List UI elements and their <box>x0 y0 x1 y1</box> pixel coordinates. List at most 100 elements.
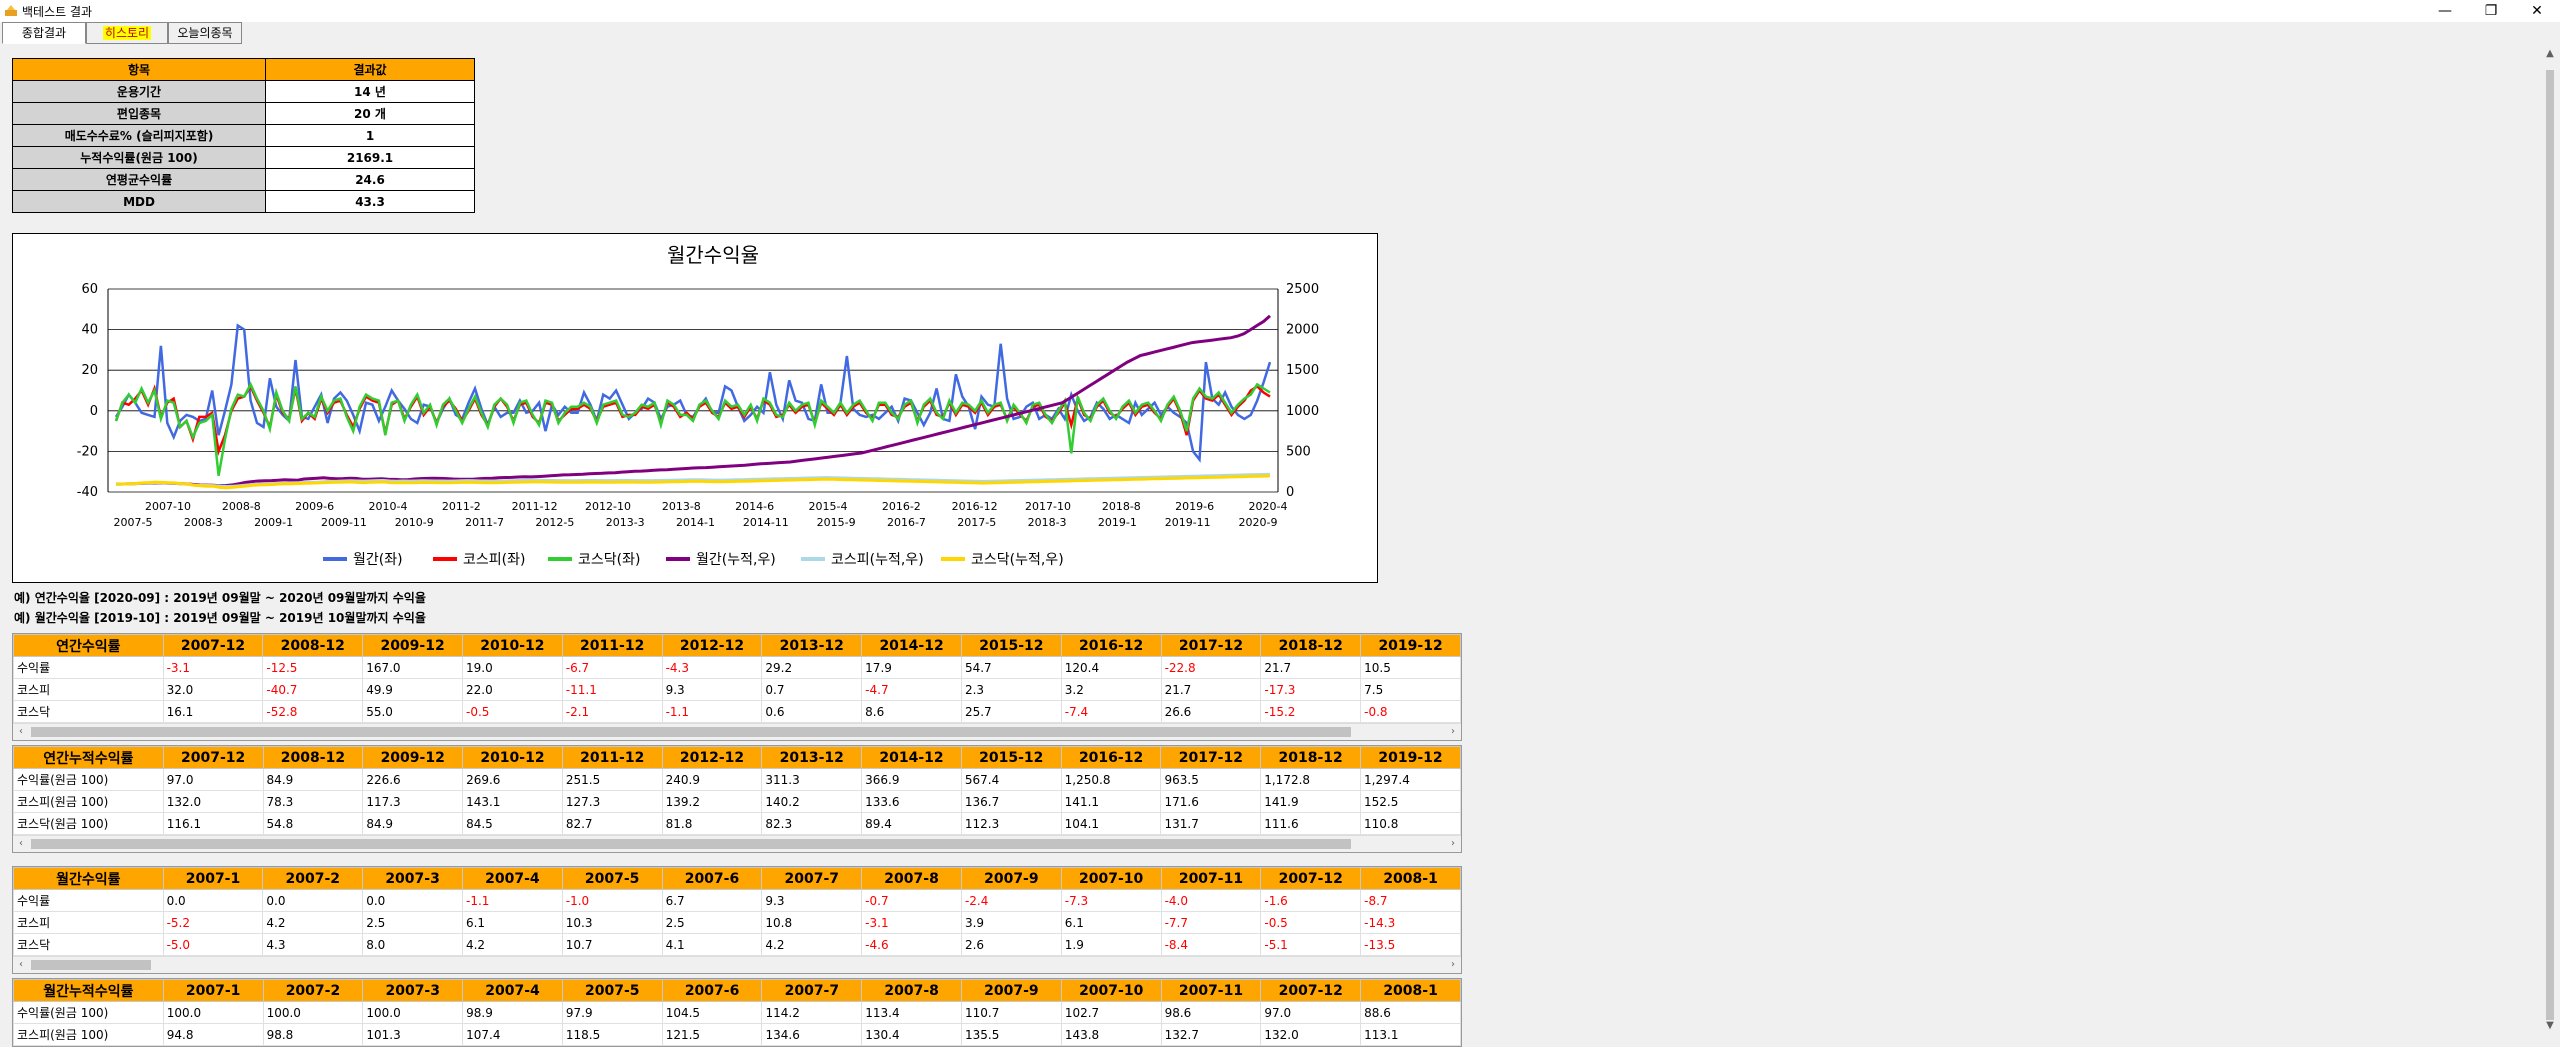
table-cell[interactable]: 311.3 <box>761 768 863 791</box>
result-table[interactable]: 월간수익률 2007-1 2007-2 2007-3 2007-4 2007-5 2007-… <box>12 866 1462 974</box>
table-cell[interactable]: 3.9 <box>960 911 1062 934</box>
scroll-right-arrow-icon[interactable]: › <box>1445 724 1461 740</box>
table-cell[interactable]: -7.4 <box>1060 700 1162 723</box>
table-cell[interactable]: 22.0 <box>461 678 563 701</box>
column-header[interactable]: 2007-12 <box>1260 979 1362 1002</box>
table-cell[interactable]: 81.8 <box>661 812 763 835</box>
table-cell[interactable]: 101.3 <box>362 1023 464 1046</box>
row-label[interactable]: 코스피 <box>13 678 164 701</box>
table-cell[interactable]: 141.9 <box>1260 790 1362 813</box>
column-header[interactable]: 2007-7 <box>761 867 863 890</box>
table-cell[interactable]: 107.4 <box>462 1023 563 1046</box>
table-cell[interactable]: 104.1 <box>1060 812 1162 835</box>
table-cell[interactable]: 113.4 <box>861 1001 963 1024</box>
table-cell[interactable]: 55.0 <box>362 700 463 723</box>
table-cell[interactable]: 251.5 <box>561 768 663 791</box>
table-cell[interactable]: 2.3 <box>960 678 1062 701</box>
table-cell[interactable]: 2.5 <box>362 911 463 934</box>
table-cell[interactable]: 100.0 <box>262 1001 364 1024</box>
column-header[interactable]: 2007-9 <box>961 979 1062 1002</box>
table-cell[interactable]: 113.1 <box>1360 1023 1461 1046</box>
table-cell[interactable]: 16.1 <box>162 700 264 723</box>
horizontal-scrollbar[interactable]: ‹ › <box>13 956 1461 973</box>
tab-history[interactable]: 히스토리 <box>86 22 168 44</box>
column-header[interactable]: 2010-12 <box>462 746 563 769</box>
tab-today-stocks[interactable]: 오늘의종목 <box>168 22 242 44</box>
column-header[interactable]: 2007-8 <box>861 979 963 1002</box>
table-cell[interactable]: 1,297.4 <box>1360 768 1461 791</box>
table-cell[interactable]: 4.2 <box>461 933 563 956</box>
table-cell[interactable]: 240.9 <box>661 768 763 791</box>
table-cell[interactable]: 567.4 <box>960 768 1062 791</box>
column-header[interactable]: 2007-1 <box>162 867 264 890</box>
table-cell[interactable]: -4.6 <box>861 933 962 956</box>
row-label[interactable]: 코스피(원금 100) <box>13 1023 164 1046</box>
tab-summary[interactable]: 종합결과 <box>2 22 86 44</box>
scroll-right-arrow-icon[interactable]: › <box>1445 836 1461 852</box>
table-cell[interactable]: 116.1 <box>162 812 264 835</box>
table-cell[interactable]: 94.8 <box>162 1023 264 1046</box>
result-table[interactable]: 월간누적수익률 2007-1 2007-2 2007-3 2007-4 2007-5 200… <box>12 978 1462 1047</box>
table-cell[interactable]: -40.7 <box>262 678 364 701</box>
table-cell[interactable]: 1,172.8 <box>1260 768 1362 791</box>
column-header[interactable]: 2019-12 <box>1360 634 1461 657</box>
table-cell[interactable]: 84.9 <box>362 812 464 835</box>
column-header[interactable]: 2007-5 <box>561 867 663 890</box>
table-cell[interactable]: 54.7 <box>960 656 1062 679</box>
column-header[interactable]: 2017-12 <box>1160 634 1262 657</box>
column-header[interactable]: 2011-12 <box>561 746 663 769</box>
table-cell[interactable]: 19.0 <box>461 656 563 679</box>
column-header[interactable]: 2017-12 <box>1160 746 1262 769</box>
table-cell[interactable]: -17.3 <box>1260 678 1362 701</box>
table-cell[interactable]: 9.3 <box>661 678 763 701</box>
table-cell[interactable]: 84.9 <box>262 768 364 791</box>
row-label[interactable]: 수익률 <box>13 656 164 679</box>
column-header[interactable]: 2007-10 <box>1060 979 1162 1002</box>
table-cell[interactable]: 117.3 <box>362 790 464 813</box>
table-cell[interactable]: 121.5 <box>661 1023 763 1046</box>
column-header[interactable]: 2007-11 <box>1160 867 1262 890</box>
table-cell[interactable]: -5.2 <box>162 911 264 934</box>
table-cell[interactable]: 21.7 <box>1160 678 1262 701</box>
table-cell[interactable]: -1.1 <box>461 889 563 912</box>
table-cell[interactable]: 10.5 <box>1360 656 1461 679</box>
table-cell[interactable]: 132.7 <box>1160 1023 1262 1046</box>
table-cell[interactable]: -11.1 <box>561 678 663 701</box>
table-cell[interactable]: -22.8 <box>1160 656 1262 679</box>
column-header[interactable]: 2008-12 <box>262 634 364 657</box>
table-cell[interactable]: 4.1 <box>661 933 763 956</box>
table-cell[interactable]: 102.7 <box>1060 1001 1162 1024</box>
table-cell[interactable]: 21.7 <box>1260 656 1362 679</box>
table-cell[interactable]: -0.7 <box>861 889 962 912</box>
column-header[interactable]: 2007-10 <box>1060 867 1162 890</box>
column-header[interactable]: 2008-12 <box>262 746 364 769</box>
table-cell[interactable]: 112.3 <box>960 812 1062 835</box>
table-cell[interactable]: 54.8 <box>262 812 364 835</box>
table-cell[interactable]: -0.5 <box>1260 911 1362 934</box>
scroll-down-arrow-icon[interactable]: ▼ <box>2540 1020 2560 1036</box>
column-header[interactable]: 2009-12 <box>362 746 464 769</box>
scroll-up-arrow-icon[interactable]: ▲ <box>2540 48 2560 64</box>
table-cell[interactable]: 100.0 <box>362 1001 464 1024</box>
table-cell[interactable]: 82.3 <box>761 812 863 835</box>
table-cell[interactable]: 118.5 <box>561 1023 663 1046</box>
table-cell[interactable]: 29.2 <box>761 656 863 679</box>
scroll-thumb[interactable] <box>31 839 1351 849</box>
table-cell[interactable]: 4.3 <box>262 933 364 956</box>
table-cell[interactable]: -1.1 <box>661 700 763 723</box>
column-header[interactable]: 2013-12 <box>761 746 863 769</box>
column-header[interactable]: 2011-12 <box>561 634 663 657</box>
row-label[interactable]: 코스닥 <box>13 933 164 956</box>
restore-button[interactable]: ❐ <box>2468 0 2514 22</box>
table-cell[interactable]: 171.6 <box>1160 790 1262 813</box>
table-cell[interactable]: 366.9 <box>861 768 962 791</box>
column-header[interactable]: 2016-12 <box>1060 746 1162 769</box>
scroll-left-arrow-icon[interactable]: ‹ <box>13 724 29 740</box>
table-cell[interactable]: 226.6 <box>362 768 464 791</box>
table-cell[interactable]: 100.0 <box>162 1001 264 1024</box>
table-cell[interactable]: 17.9 <box>861 656 962 679</box>
table-cell[interactable]: 130.4 <box>861 1023 963 1046</box>
table-cell[interactable]: 6.1 <box>461 911 563 934</box>
table-cell[interactable]: -0.8 <box>1360 700 1461 723</box>
table-cell[interactable]: 10.8 <box>761 911 863 934</box>
